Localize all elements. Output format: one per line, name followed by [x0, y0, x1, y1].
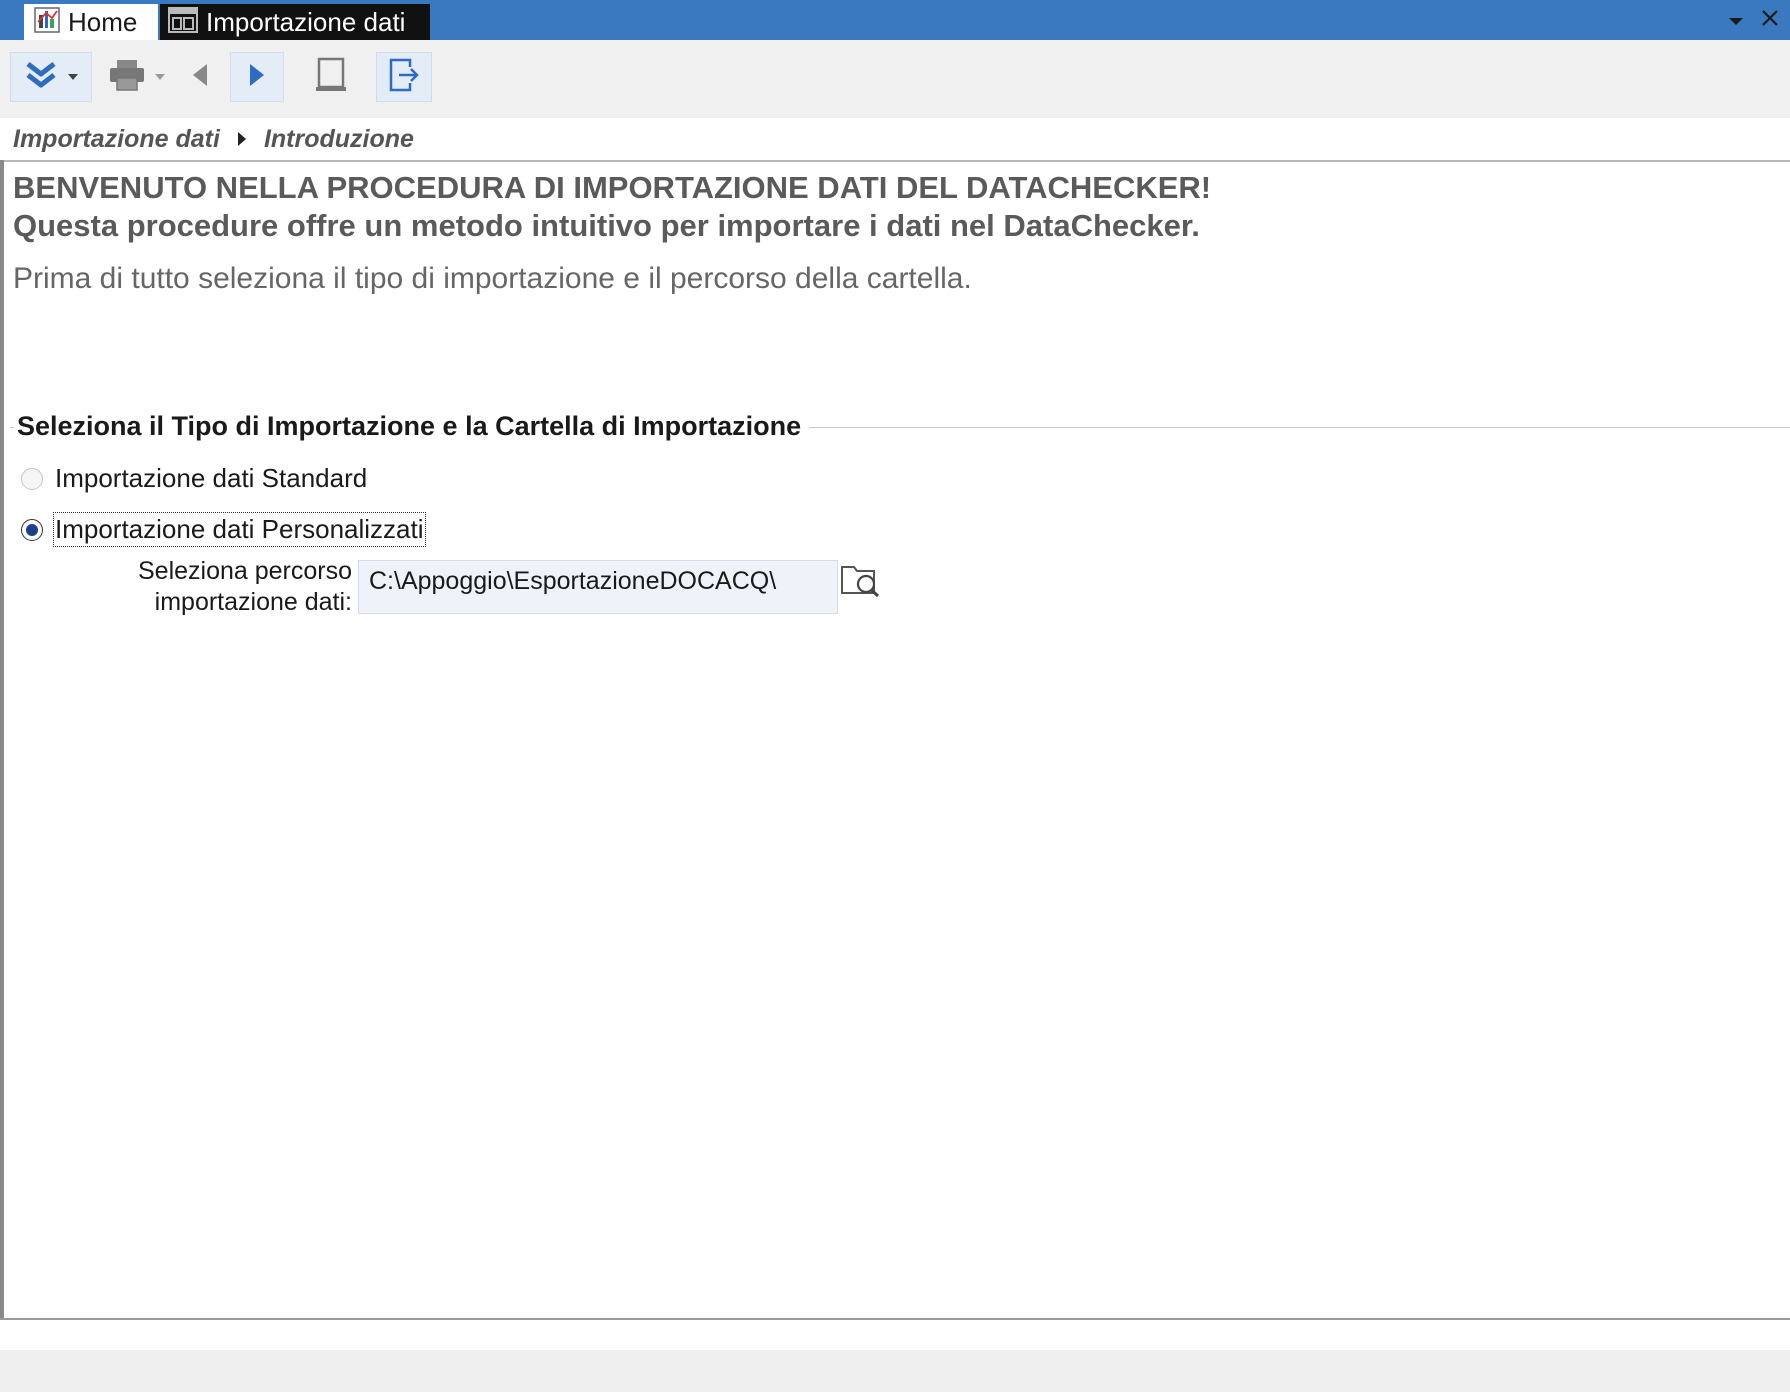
dropdown-arrow-icon — [155, 74, 165, 80]
welcome-intro: Prima di tutto seleziona il tipo di impo… — [13, 262, 972, 295]
radio-standard-option[interactable]: Importazione dati Standard — [21, 463, 367, 494]
welcome-title: BENVENUTO NELLA PROCEDURA DI IMPORTAZION… — [13, 170, 1212, 205]
home-app-icon — [34, 6, 60, 38]
radio-personalizzati[interactable] — [21, 518, 43, 541]
radio-standard[interactable] — [21, 467, 43, 490]
breadcrumb-separator-icon — [237, 132, 246, 146]
import-group-title: Seleziona il Tipo di Importazione e la C… — [14, 411, 810, 442]
tab-importazione-dati[interactable]: Importazione dati — [160, 4, 430, 40]
breadcrumb: Importazione dati Introduzione — [0, 118, 1790, 162]
path-label-line2: importazione dati: — [154, 588, 352, 616]
tab-menu-button[interactable] — [1722, 6, 1750, 34]
form-window-icon — [168, 6, 198, 38]
triangle-right-icon — [246, 62, 268, 93]
path-label: Seleziona percorso importazione dati: — [110, 556, 352, 618]
welcome-subtitle: Questa procedure offre un metodo intuiti… — [13, 208, 1200, 243]
folder-search-icon — [840, 561, 882, 604]
toolbar — [0, 40, 1790, 118]
radio-standard-label[interactable]: Importazione dati Standard — [55, 463, 367, 494]
printer-icon — [107, 58, 147, 97]
next-button[interactable] — [230, 52, 284, 102]
back-button[interactable] — [180, 52, 220, 102]
exit-icon — [388, 57, 420, 98]
radio-personalizzati-label[interactable]: Importazione dati Personalizzati — [53, 512, 426, 547]
title-tab-bar: Home Importazione dati — [0, 0, 1790, 40]
cancel-button[interactable] — [306, 52, 356, 102]
chevron-down-icon — [1727, 7, 1745, 33]
tab-home-label: Home — [68, 6, 138, 37]
double-chevron-down-icon — [24, 60, 58, 95]
bottom-separator — [0, 1318, 1790, 1320]
import-path-field[interactable]: C:\Appoggio\EsportazioneDOCACQ\ — [358, 560, 838, 614]
tab-home[interactable]: Home — [24, 4, 158, 40]
document-icon — [314, 57, 348, 98]
radio-selected-dot — [26, 523, 38, 536]
close-tab-button[interactable] — [1756, 6, 1784, 34]
close-icon — [1761, 7, 1779, 33]
exit-button[interactable] — [376, 52, 432, 102]
triangle-left-icon — [189, 62, 211, 93]
breadcrumb-item-introduzione[interactable]: Introduzione — [264, 125, 414, 154]
print-button[interactable] — [100, 52, 172, 102]
expand-down-button[interactable] — [10, 52, 92, 102]
path-label-line1: Seleziona percorso — [137, 557, 352, 585]
breadcrumb-item-importazione[interactable]: Importazione dati — [13, 125, 220, 154]
status-bar — [0, 1350, 1790, 1392]
browse-folder-button[interactable] — [840, 562, 882, 602]
tab-importazione-label: Importazione dati — [206, 6, 406, 37]
radio-personalizzati-option[interactable]: Importazione dati Personalizzati — [21, 512, 426, 547]
left-panel-border — [0, 160, 4, 1320]
dropdown-arrow-icon — [68, 74, 78, 80]
